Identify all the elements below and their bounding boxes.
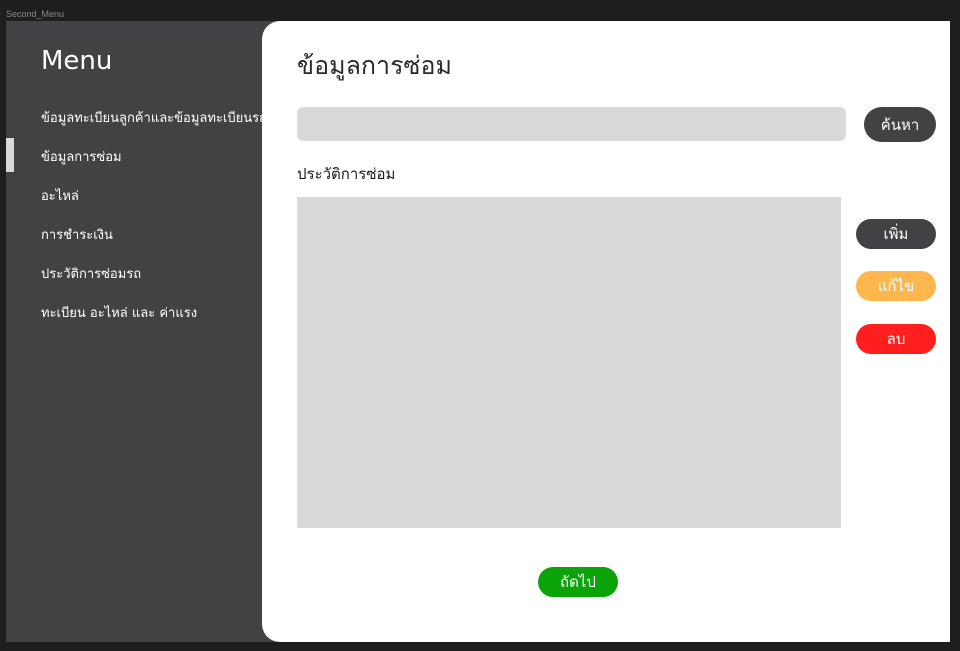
app-frame: Menu ข้อมูลทะเบียนลูกค้าและข้อมูลทะเบียน… <box>6 21 950 642</box>
sidebar-item-parts[interactable]: อะไหล่ <box>41 185 79 206</box>
sidebar-item-registration-parts-labor[interactable]: ทะเบียน อะไหล่ และ ค่าแรง <box>41 302 197 323</box>
main-panel: ข้อมูลการซ่อม ค้นหา ประวัติการซ่อม เพิ่ม… <box>262 21 950 642</box>
sidebar-item-repair-history[interactable]: ประวัติการซ่อมรถ <box>41 263 141 284</box>
next-button[interactable]: ถัดไป <box>538 567 618 597</box>
sidebar-item-repair-info[interactable]: ข้อมูลการซ่อม <box>41 146 122 167</box>
active-menu-indicator <box>6 138 14 172</box>
repair-history-panel[interactable] <box>297 197 841 528</box>
repair-history-label: ประวัติการซ่อม <box>297 165 396 183</box>
page-title: ข้อมูลการซ่อม <box>297 51 452 80</box>
sidebar: Menu ข้อมูลทะเบียนลูกค้าและข้อมูลทะเบียน… <box>6 21 267 642</box>
add-button[interactable]: เพิ่ม <box>856 219 936 249</box>
search-button[interactable]: ค้นหา <box>864 107 936 142</box>
sidebar-item-payment[interactable]: การชำระเงิน <box>41 224 113 245</box>
delete-button[interactable]: ลบ <box>856 324 936 354</box>
edit-button[interactable]: แก้ไข <box>856 271 936 301</box>
search-input[interactable] <box>297 107 846 141</box>
menu-title: Menu <box>41 46 113 76</box>
frame-label: Second_Menu <box>6 9 65 19</box>
sidebar-item-customer-vehicle-registration[interactable]: ข้อมูลทะเบียนลูกค้าและข้อมูลทะเบียนรถ <box>41 107 267 128</box>
